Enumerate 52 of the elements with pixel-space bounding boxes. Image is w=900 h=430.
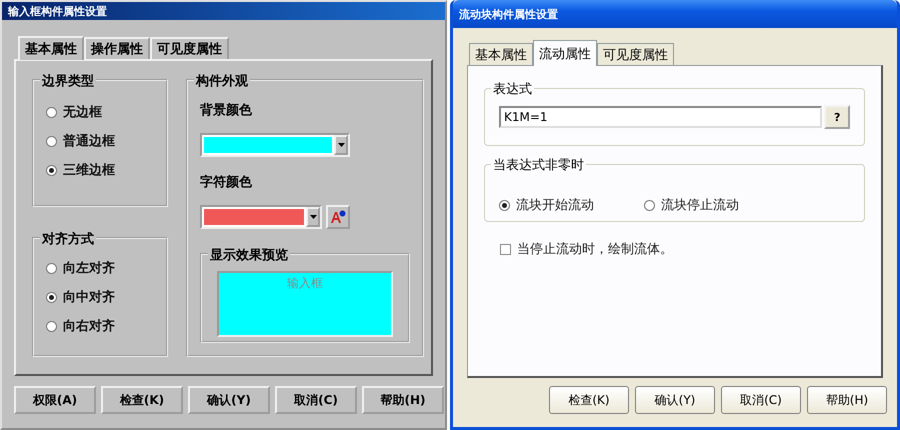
tab[interactable]: 可见度属性: [597, 43, 674, 65]
option-label: 流块停止流动: [661, 197, 739, 214]
color-dropdown[interactable]: [200, 205, 322, 229]
radio-button[interactable]: [499, 200, 510, 210]
dialog-button[interactable]: 确认(Y): [635, 386, 715, 414]
caret-icon: [338, 143, 344, 147]
radio-button[interactable]: [46, 164, 57, 176]
option-label: 流块开始流动: [516, 197, 594, 214]
checkbox[interactable]: [500, 244, 511, 254]
radio-button[interactable]: [46, 136, 57, 146]
font-color-icon: [330, 210, 346, 224]
preview-text: 输入框: [287, 275, 323, 292]
caret-icon: [310, 215, 316, 219]
checkbox-label: 当停止流动时，绘制流体。: [517, 241, 673, 258]
radio-button[interactable]: [46, 320, 57, 332]
option-label: 三维边框: [63, 162, 115, 179]
dialog-button[interactable]: 取消(C): [275, 386, 357, 414]
radio-button[interactable]: [46, 106, 57, 118]
option-label: 无边框: [63, 104, 102, 121]
window-title: 流动块构件属性设置: [459, 6, 558, 22]
tab[interactable]: 流动属性: [533, 40, 597, 66]
field-label: 背景颜色: [200, 102, 253, 119]
field-label: 字符颜色: [200, 174, 253, 191]
dialog-button[interactable]: 帮助(H): [807, 386, 887, 414]
dialog-button[interactable]: 权限(A): [14, 386, 96, 414]
radio-button[interactable]: [46, 292, 57, 302]
dialog-button[interactable]: 取消(C): [721, 386, 801, 414]
dialog-button[interactable]: 检查(K): [101, 386, 183, 414]
group-title: 对齐方式: [40, 230, 96, 248]
dialog-button[interactable]: 确认(Y): [188, 386, 270, 414]
group-title: 显示效果预览: [208, 246, 290, 264]
option-label: 向中对齐: [63, 288, 115, 306]
option-label: 普通边框: [63, 132, 115, 150]
group-title: 当表达式非零时: [491, 156, 586, 174]
group-title: 构件外观: [194, 72, 250, 90]
option-label: 向左对齐: [63, 260, 115, 277]
group-title: 表达式: [491, 80, 534, 98]
help-button[interactable]: ?: [824, 105, 850, 129]
tab[interactable]: 操作属性: [84, 37, 150, 59]
dialog-button[interactable]: 帮助(H): [362, 386, 444, 414]
color-dropdown[interactable]: [200, 133, 350, 157]
radio-button[interactable]: [644, 200, 655, 210]
dialog-button[interactable]: 检查(K): [549, 386, 629, 414]
font-button[interactable]: [326, 205, 350, 229]
expression-field[interactable]: K1M=1: [499, 106, 822, 128]
option-label: 向右对齐: [63, 318, 115, 335]
tab[interactable]: 可见度属性: [150, 37, 229, 59]
tab[interactable]: 基本属性: [469, 43, 533, 65]
group-title: 边界类型: [40, 72, 96, 90]
tab[interactable]: 基本属性: [18, 36, 84, 60]
radio-button[interactable]: [46, 262, 57, 274]
window-title: 输入框构件属性设置: [8, 4, 107, 18]
